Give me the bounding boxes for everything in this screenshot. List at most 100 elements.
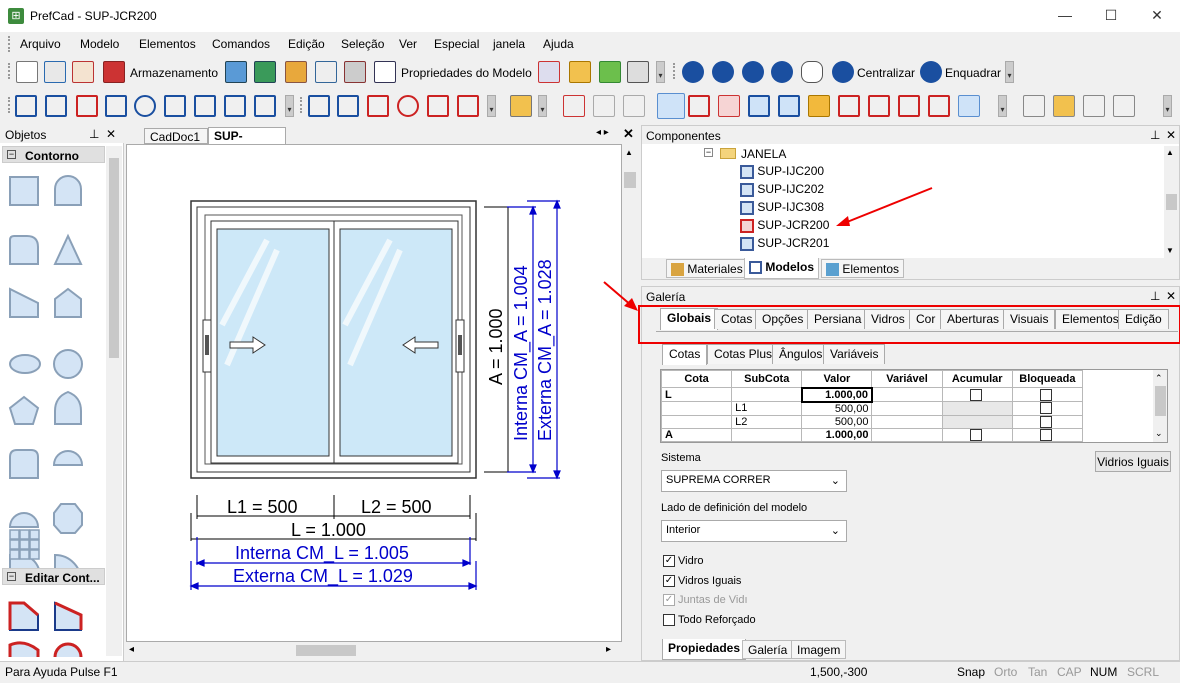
tab-edicao[interactable]: Edição xyxy=(1118,309,1169,329)
subtab-cotas-plus[interactable]: Cotas Plus xyxy=(707,344,780,364)
checkbox[interactable]: ✓ xyxy=(663,575,675,588)
model-props-label[interactable]: Propriedades do Modelo xyxy=(401,66,532,80)
shape-gothic-arch[interactable] xyxy=(54,390,82,425)
menu-arquivo[interactable]: Arquivo xyxy=(20,37,61,51)
tab-imagem[interactable]: Imagem xyxy=(791,640,847,659)
cell-acumular[interactable] xyxy=(941,387,1013,402)
model-props-icon[interactable] xyxy=(374,61,396,83)
refresh-icon[interactable] xyxy=(254,61,276,83)
tree-item-1[interactable]: SUP-IJC202 xyxy=(740,182,824,197)
shape-triangle[interactable] xyxy=(53,233,83,265)
table-row[interactable]: L2 500,00 xyxy=(661,414,1084,429)
maximize-button[interactable]: ☐ xyxy=(1088,0,1134,32)
lado-select[interactable]: Interior ⌄ xyxy=(661,520,847,542)
cell-cota[interactable]: L xyxy=(661,387,733,402)
menu-janela[interactable]: janela xyxy=(493,37,525,51)
cell-valor[interactable]: 500,00 xyxy=(801,401,873,416)
mirror-icon[interactable] xyxy=(224,95,246,117)
menu-ajuda[interactable]: Ajuda xyxy=(543,37,574,51)
mirror-h-icon[interactable] xyxy=(254,95,276,117)
doc-tab-sup-jcr200[interactable]: SUP-JCR200 xyxy=(208,127,286,157)
cell-variavel[interactable] xyxy=(871,427,943,442)
col-variavel[interactable]: Variável xyxy=(871,370,943,388)
stretch-icon[interactable] xyxy=(45,95,67,117)
col-acumular[interactable]: Acumular xyxy=(941,370,1013,388)
toolbar-overflow-chevron[interactable]: ▾ xyxy=(656,61,665,83)
table-delete-icon[interactable] xyxy=(1083,95,1105,117)
tab-materiales[interactable]: Materiales xyxy=(666,259,748,278)
checkbox[interactable]: ✓ xyxy=(663,555,675,568)
table-row[interactable]: A 1.000,00 xyxy=(661,427,1084,442)
zoom-extents-icon[interactable] xyxy=(742,61,764,83)
pan-hand-icon[interactable] xyxy=(801,61,823,83)
table-grid-icon[interactable] xyxy=(1023,95,1045,117)
tab-globais[interactable]: Globais xyxy=(660,308,719,330)
checkbox[interactable] xyxy=(969,428,982,441)
shape-octagon[interactable] xyxy=(53,503,83,534)
settings-icon[interactable] xyxy=(510,95,532,117)
tab-propiedades[interactable]: Propiedades xyxy=(662,639,747,660)
cell-bloqueada[interactable] xyxy=(1011,401,1084,416)
tab-elementos[interactable]: Elementos xyxy=(821,259,905,278)
menu-modelo[interactable]: Modelo xyxy=(80,37,119,51)
section-contorno[interactable]: − Contorno xyxy=(2,146,105,163)
grid-disabled-icon[interactable] xyxy=(593,95,615,117)
cell-valor[interactable]: 500,00 xyxy=(801,414,873,429)
scale-icon[interactable] xyxy=(105,95,127,117)
move-icon[interactable] xyxy=(15,95,37,117)
pin-icon[interactable]: ⊥ xyxy=(1150,289,1160,303)
preview-icon[interactable] xyxy=(44,61,66,83)
intersect-icon[interactable] xyxy=(337,95,359,117)
shape-round-corner[interactable] xyxy=(9,235,39,265)
shape-half-circle[interactable] xyxy=(52,450,84,466)
status-tan[interactable]: Tan xyxy=(1028,665,1047,679)
minimize-button[interactable]: — xyxy=(1042,0,1088,32)
panel-icon[interactable] xyxy=(808,95,830,117)
cell-acumular[interactable] xyxy=(941,427,1013,442)
delete-icon[interactable] xyxy=(76,95,98,117)
new-file-icon[interactable] xyxy=(16,61,38,83)
tab-opcoes[interactable]: Opções xyxy=(755,309,811,329)
shape-trapezoid[interactable] xyxy=(9,287,39,318)
shape-ellipse[interactable] xyxy=(9,354,41,374)
toolbar-overflow-chevron-3[interactable]: ▾ xyxy=(285,95,294,117)
checkbox[interactable] xyxy=(969,388,982,401)
check-vidros-iguais[interactable]: ✓ Vidros Iguais xyxy=(663,575,741,588)
menu-edicao[interactable]: Edição xyxy=(288,37,325,51)
storage-icon[interactable] xyxy=(103,61,125,83)
col-bloqueada[interactable]: Bloqueada xyxy=(1011,370,1084,388)
glass-icon[interactable] xyxy=(778,95,800,117)
col-cota[interactable]: Cota xyxy=(661,370,733,388)
table-check-icon[interactable] xyxy=(1113,95,1135,117)
grid-disabled-icon-2[interactable] xyxy=(623,95,645,117)
components-scrollbar[interactable]: ▲ ▼ xyxy=(1164,146,1179,258)
cell-subcota[interactable] xyxy=(731,427,803,442)
shape-pentagon[interactable] xyxy=(8,395,40,425)
drawing-canvas[interactable]: L1 = 500 L2 = 500 L = 1.000 Interna CM_L… xyxy=(126,144,622,642)
tab-modelos[interactable]: Modelos xyxy=(744,258,820,279)
shape-segment[interactable] xyxy=(8,512,40,528)
shape-rectangle[interactable] xyxy=(9,176,39,206)
align-icon[interactable] xyxy=(164,95,186,117)
checkbox[interactable] xyxy=(1039,388,1052,401)
cell-variavel[interactable] xyxy=(871,401,943,416)
col-valor[interactable]: Valor xyxy=(801,370,873,388)
subtab-angulos[interactable]: Ângulos xyxy=(772,344,830,364)
tree-collapse-icon[interactable]: − xyxy=(704,148,713,157)
toolbar-overflow-chevron-2[interactable]: ▾ xyxy=(1005,61,1014,83)
col-subcota[interactable]: SubCota xyxy=(731,370,803,388)
tab-visuais[interactable]: Visuais xyxy=(1003,309,1056,329)
edit-shape-1[interactable] xyxy=(9,602,39,631)
zoom-out-icon[interactable] xyxy=(712,61,734,83)
tools-icon[interactable] xyxy=(344,61,366,83)
status-snap[interactable]: Snap xyxy=(957,665,985,679)
table-row[interactable]: L1 500,00 xyxy=(661,401,1084,416)
fit-label[interactable]: Enquadrar xyxy=(945,66,1001,80)
panel-close-icon[interactable]: ✕ xyxy=(1166,289,1176,303)
panel-close-icon[interactable]: ✕ xyxy=(106,127,116,141)
tree-item-4[interactable]: SUP-JCR201 xyxy=(740,236,829,251)
grid-options-icon[interactable] xyxy=(315,61,337,83)
cell-variavel[interactable] xyxy=(871,414,943,429)
midpoint-icon[interactable] xyxy=(367,95,389,117)
cell-subcota[interactable] xyxy=(731,387,803,402)
